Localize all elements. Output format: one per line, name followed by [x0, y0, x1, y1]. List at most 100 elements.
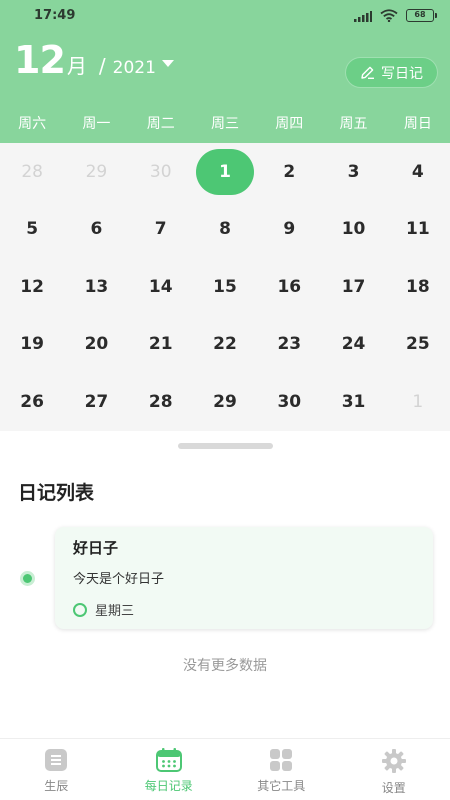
header: 17:49 68 12 月 / 2021 写日记 周六 周一 周二 周三 周四 …	[0, 0, 450, 143]
calendar-day-number: 8	[219, 219, 231, 240]
nav-item-other-tools[interactable]: 其它工具	[225, 739, 338, 800]
weekday-label: 周一	[82, 116, 111, 132]
calendar-day[interactable]: 28	[129, 373, 193, 431]
diary-entry-weekday: 星期三	[95, 604, 135, 619]
calendar-day[interactable]: 15	[193, 258, 257, 316]
calendar-day-number: 28	[148, 391, 173, 412]
calendar-day[interactable]: 7	[129, 201, 193, 259]
calendar-day[interactable]: 27	[64, 373, 128, 431]
calendar-day-number: 13	[84, 276, 109, 297]
nav-item-daily-record[interactable]: 每日记录	[113, 739, 226, 800]
year-label: 2021	[112, 58, 156, 78]
diary-entry-weekday-row: 星期三	[73, 600, 415, 619]
bottom-nav: 生辰 每日记录 其它工具 设置	[0, 738, 450, 800]
calendar-day[interactable]: 10	[321, 201, 385, 259]
calendar-day[interactable]: 4	[386, 143, 450, 201]
calendar-day[interactable]: 17	[321, 258, 385, 316]
calendar-day-number: 18	[406, 276, 430, 297]
nav-label: 其它工具	[257, 779, 306, 793]
calendar-day-number: 29	[85, 161, 108, 182]
diary-entry-title: 好日子	[73, 539, 119, 557]
month-unit: 月	[66, 54, 87, 78]
calendar-day-number: 9	[283, 219, 296, 240]
status-time: 17:49	[34, 8, 76, 23]
calendar-day[interactable]: 13	[64, 258, 128, 316]
calendar-day[interactable]: 28	[0, 143, 64, 201]
calendar-day[interactable]: 30	[129, 143, 193, 201]
calendar-day-number: 26	[20, 391, 44, 412]
weekday-label: 周日	[403, 116, 432, 132]
edit-icon	[361, 66, 374, 80]
calendar-day[interactable]: 29	[193, 373, 257, 431]
calendar-day[interactable]: 26	[0, 373, 64, 431]
nav-label: 每日记录	[144, 779, 193, 793]
calendar-icon	[155, 748, 182, 772]
calendar-day-number: 12	[20, 276, 44, 297]
calendar-day-number: 2	[283, 161, 296, 182]
diary-list-title: 日记列表	[18, 482, 95, 504]
calendar-day[interactable]: 21	[129, 316, 193, 374]
wifi-icon	[380, 9, 398, 22]
calendar-day[interactable]: 11	[386, 201, 450, 259]
signal-icon	[354, 10, 372, 22]
chevron-down-icon[interactable]	[161, 59, 174, 67]
calendar-day[interactable]: 9	[257, 201, 321, 259]
calendar-day[interactable]: 1	[386, 373, 450, 431]
calendar-day[interactable]: 2	[257, 143, 321, 201]
calendar-day[interactable]: 1	[193, 143, 257, 201]
calendar-day[interactable]: 22	[193, 316, 257, 374]
weekday-label: 周四	[275, 116, 304, 132]
calendar-day[interactable]: 19	[0, 316, 64, 374]
write-diary-button[interactable]: 写日记	[345, 57, 438, 88]
calendar-day[interactable]: 18	[386, 258, 450, 316]
calendar-day-number: 28	[21, 161, 43, 182]
list-icon	[45, 749, 68, 771]
weekday-label: 周五	[339, 116, 368, 132]
calendar-day[interactable]: 8	[193, 201, 257, 259]
nav-label: 生辰	[44, 779, 69, 793]
calendar-day-number: 29	[213, 391, 237, 412]
diary-entry-card[interactable]: 好日子 今天是个好日子 星期三	[55, 527, 433, 629]
calendar-day[interactable]: 29	[64, 143, 128, 201]
calendar-day-number: 30	[277, 391, 302, 412]
calendar-day-number: 7	[154, 219, 167, 240]
calendar-day[interactable]: 3	[321, 143, 385, 201]
month-year-separator: /	[98, 54, 106, 78]
calendar-day-number: 16	[277, 276, 302, 297]
calendar-day-number: 1	[412, 391, 424, 412]
calendar-day[interactable]: 30	[257, 373, 321, 431]
calendar-day[interactable]: 14	[129, 258, 193, 316]
calendar-day[interactable]: 31	[321, 373, 385, 431]
calendar-day[interactable]: 16	[257, 258, 321, 316]
no-more-data-text: 没有更多数据	[183, 658, 267, 674]
calendar-day-number: 3	[347, 161, 360, 182]
calendar-day-number: 17	[341, 276, 366, 297]
calendar-day-number: 20	[84, 334, 109, 355]
calendar-day-number: 14	[148, 276, 173, 297]
timeline-dot	[20, 571, 35, 586]
calendar-day[interactable]: 25	[386, 316, 450, 374]
month-year-selector[interactable]: 12 月 / 2021	[14, 38, 174, 82]
weekday-header: 周六 周一 周二 周三 周四 周五 周日	[0, 113, 450, 135]
calendar-day-number: 4	[411, 161, 424, 182]
drag-handle[interactable]	[178, 443, 273, 449]
calendar-day[interactable]: 12	[0, 258, 64, 316]
weekday-label: 周三	[210, 116, 239, 132]
calendar-day[interactable]: 20	[64, 316, 128, 374]
calendar-day[interactable]: 6	[64, 201, 128, 259]
weekday-label: 周六	[18, 116, 47, 132]
calendar-day-number: 24	[341, 334, 366, 355]
calendar-day[interactable]: 24	[321, 316, 385, 374]
calendar-day-number: 10	[341, 219, 366, 240]
nav-item-settings[interactable]: 设置	[338, 739, 450, 800]
status-icons: 68	[354, 9, 437, 22]
calendar-day-number: 5	[26, 219, 39, 240]
calendar-day-number: 15	[213, 276, 237, 297]
nav-item-birthday[interactable]: 生辰	[0, 739, 113, 800]
gear-icon	[381, 749, 406, 773]
calendar-day-number: 30	[149, 161, 172, 182]
calendar-day-number: 6	[90, 219, 103, 240]
calendar-day[interactable]: 23	[257, 316, 321, 374]
calendar-day[interactable]: 5	[0, 201, 64, 259]
calendar-day-number: 22	[213, 334, 237, 355]
